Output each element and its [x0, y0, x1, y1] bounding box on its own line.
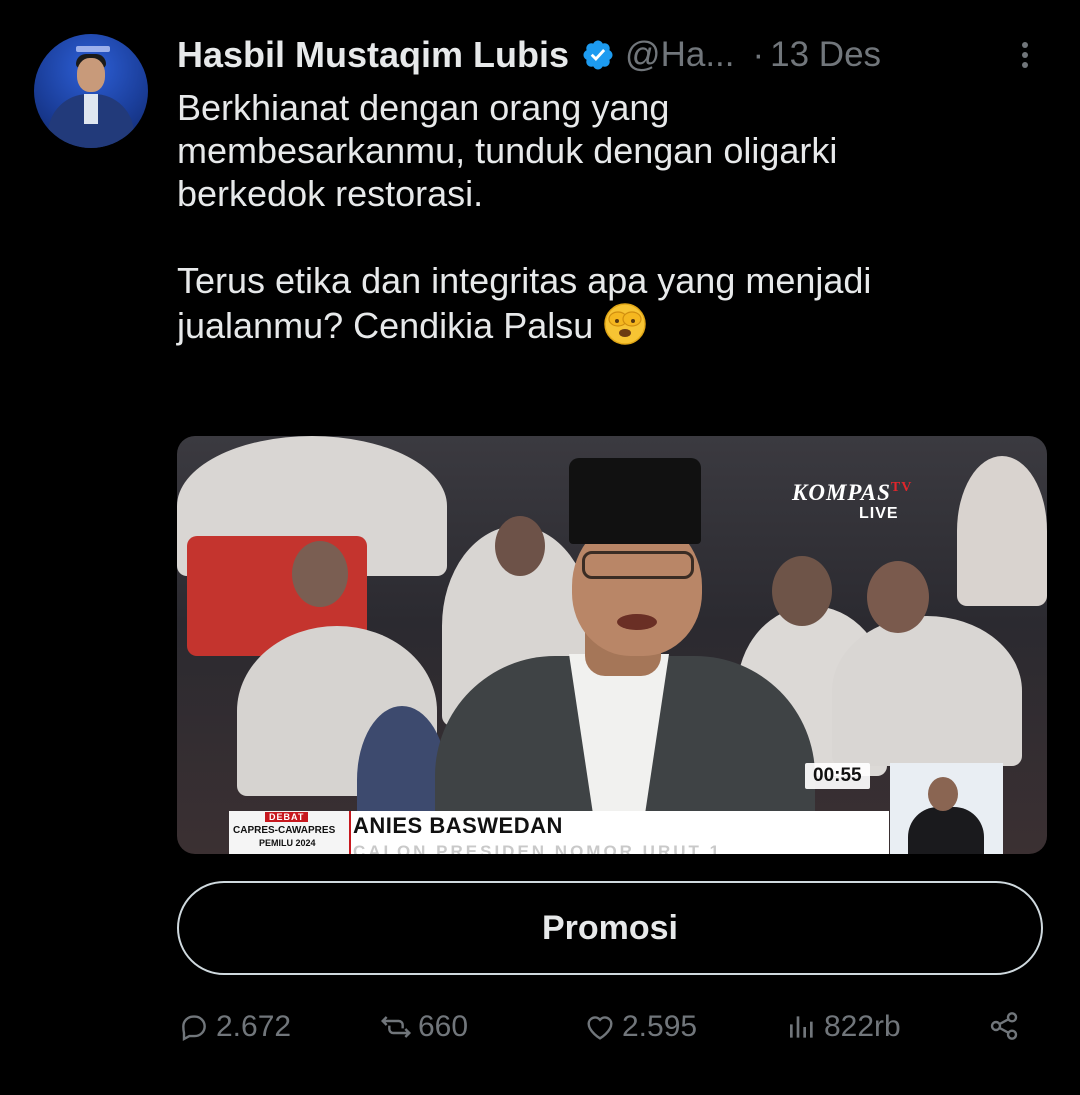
- speaker-mouth: [617, 614, 657, 630]
- reply-button[interactable]: 2.672: [178, 1010, 291, 1044]
- crowd-person: [957, 456, 1047, 606]
- crowd-head: [867, 561, 929, 633]
- debate-logo: DEBAT CAPRES-CAWAPRES PEMILU 2024: [229, 811, 351, 854]
- repost-count: 660: [418, 1010, 469, 1043]
- speaker-glasses: [582, 551, 694, 579]
- more-options-icon[interactable]: [1010, 38, 1040, 78]
- share-icon: [990, 1012, 1018, 1040]
- tweet-actions: 2.672 660 2.595 822rb: [0, 1010, 1080, 1054]
- reply-count: 2.672: [216, 1010, 292, 1043]
- author-handle[interactable]: @Ha...: [625, 35, 734, 75]
- sign-language-inset: [890, 763, 1003, 854]
- crowd-head: [772, 556, 832, 626]
- tweet-text: Berkhianat dengan orang yang membesarkan…: [177, 86, 1037, 347]
- crowd-person: [832, 616, 1022, 766]
- speaker-cap: [569, 458, 701, 544]
- views-button[interactable]: 822rb: [786, 1010, 901, 1044]
- author-name[interactable]: Hasbil Mustaqim Lubis: [177, 34, 569, 76]
- avatar-face: [77, 58, 105, 92]
- speaker-name: ANIES BASWEDAN: [353, 813, 563, 838]
- tweet-date[interactable]: 13 Des: [770, 35, 881, 75]
- speaker-subtitle: CALON PRESIDEN NOMOR URUT 1: [353, 842, 723, 854]
- tweet-video[interactable]: KOMPASTV LIVE 00:55 DEBAT CAPRES-CAWAPRE…: [177, 436, 1047, 854]
- views-chart-icon: [790, 1016, 813, 1038]
- tweet-body: Berkhianat dengan orang yang membesarkan…: [177, 87, 872, 346]
- broadcaster-logo: KOMPASTV: [792, 480, 913, 505]
- reply-icon: [182, 1015, 206, 1042]
- promote-button[interactable]: Promosi: [177, 881, 1043, 975]
- heart-icon: [587, 1016, 613, 1040]
- tweet-header: Hasbil Mustaqim Lubis @Ha... · 13 Des: [177, 30, 881, 80]
- verified-badge-icon: [583, 40, 613, 70]
- share-button[interactable]: [988, 1010, 1026, 1042]
- like-count: 2.595: [622, 1010, 698, 1043]
- like-button[interactable]: 2.595: [584, 1010, 697, 1044]
- debate-timer: 00:55: [805, 763, 870, 789]
- views-count: 822rb: [824, 1010, 901, 1043]
- live-label: LIVE: [859, 505, 899, 522]
- repost-button[interactable]: 660: [380, 1010, 468, 1044]
- crowd-head: [495, 516, 545, 576]
- author-avatar[interactable]: [34, 34, 148, 148]
- crowd-head: [292, 541, 348, 607]
- avatar-shirt: [84, 94, 98, 124]
- face-peeking-icon: [604, 303, 647, 345]
- header-separator: ·: [752, 35, 765, 74]
- avatar-badge: [76, 46, 110, 52]
- repost-icon: [380, 1016, 412, 1038]
